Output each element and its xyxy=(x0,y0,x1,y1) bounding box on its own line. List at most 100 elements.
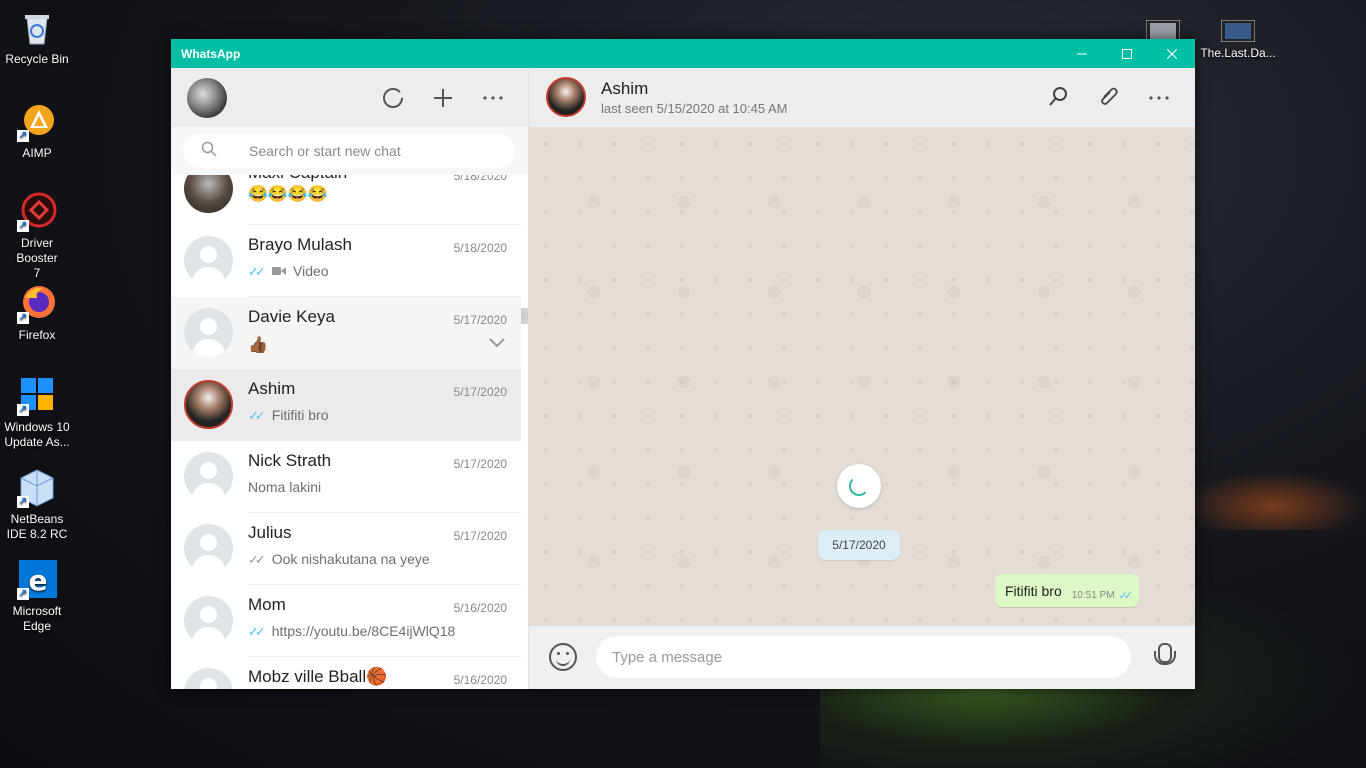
avatar xyxy=(184,175,233,213)
chat-item-mom[interactable]: Mom 5/16/2020 ✓✓ https://youtu.be/8CE4ij… xyxy=(171,585,521,657)
search-input[interactable] xyxy=(249,143,509,159)
desktop-icon-label: AIMP xyxy=(22,146,52,160)
contact-last-seen: last seen 5/15/2020 at 10:45 AM xyxy=(601,101,788,116)
new-chat-icon[interactable] xyxy=(429,84,457,112)
status-icon[interactable] xyxy=(379,84,407,112)
chat-date: 5/18/2020 xyxy=(453,241,507,255)
edge-icon: e ↗ xyxy=(17,560,57,600)
desktop-icon-label: NetBeans IDE 8.2 RC xyxy=(6,512,68,541)
desktop-icon-label: Windows 10 Update As... xyxy=(4,420,70,449)
chat-body: Mom 5/16/2020 ✓✓ https://youtu.be/8CE4ij… xyxy=(248,585,521,657)
date-divider: 5/17/2020 xyxy=(818,530,900,560)
desktop-icon-label: The.Last.Da... xyxy=(1200,46,1276,60)
chat-list-scrollbar[interactable] xyxy=(521,308,528,324)
desktop-icon-netbeans[interactable]: ↗ NetBeans IDE 8.2 RC xyxy=(0,468,74,542)
outgoing-message[interactable]: Fitifiti bro 10:51 PM ✓✓ xyxy=(994,574,1139,607)
chat-preview: https://youtu.be/8CE4ijWlQ18 xyxy=(271,623,456,639)
contact-name[interactable]: Ashim xyxy=(601,79,648,99)
chat-preview: Ook nishakutana na yeye xyxy=(271,551,430,567)
close-icon xyxy=(1167,48,1177,59)
search-icon[interactable] xyxy=(1045,84,1073,112)
desktop-icon-recycle-bin[interactable]: Recycle Bin xyxy=(0,8,74,67)
conversation-body[interactable]: 5/17/2020 Fitifiti bro 10:51 PM ✓✓ xyxy=(529,127,1195,626)
chat-body: Nick Strath 5/17/2020 Noma lakini xyxy=(248,441,521,513)
video-icon xyxy=(271,265,289,279)
desktop-background-glow xyxy=(1180,470,1366,530)
search-box xyxy=(183,134,515,168)
my-profile-avatar[interactable] xyxy=(187,78,227,118)
chat-item-maxi-captain[interactable]: Maxi Captain 5/18/2020 😂😂😂😂 xyxy=(171,175,521,225)
chat-item-nick-strath[interactable]: Nick Strath 5/17/2020 Noma lakini xyxy=(171,441,521,513)
chat-item-ashim[interactable]: Ashim 5/17/2020 ✓✓ Fitifiti bro xyxy=(171,369,521,441)
conversation-header: Ashim last seen 5/15/2020 at 10:45 AM xyxy=(529,68,1195,127)
left-header xyxy=(171,68,528,127)
desktop-icon-firefox[interactable]: ↗ Firefox xyxy=(0,284,74,343)
attach-icon[interactable] xyxy=(1095,84,1123,112)
avatar xyxy=(184,380,233,429)
chat-preview-row: ✓✓ https://youtu.be/8CE4ijWlQ18 xyxy=(248,623,455,640)
chat-body: Julius 5/17/2020 ✓✓ Ook nishakutana na y… xyxy=(248,513,521,585)
chat-preview-row: ✓✓ Fitifiti bro xyxy=(248,407,328,424)
desktop-icon-the-last-dance[interactable]: The.Last.Da... xyxy=(1200,19,1276,61)
avatar xyxy=(184,596,233,645)
maximize-icon xyxy=(1122,48,1132,59)
desktop-icon-label: Microsoft Edge xyxy=(12,604,62,633)
chat-body: Davie Keya 5/17/2020 👍🏾 xyxy=(248,297,521,369)
chat-name: Davie Keya xyxy=(248,307,335,326)
chat-date: 5/18/2020 xyxy=(453,175,507,183)
loading-spinner-icon xyxy=(837,464,881,508)
menu-icon[interactable] xyxy=(479,84,507,112)
microphone-icon[interactable] xyxy=(1153,643,1176,671)
chat-list: Maxi Captain 5/18/2020 😂😂😂😂 Brayo Mulash… xyxy=(171,175,521,689)
chat-item-mobz-ville-bball[interactable]: Mobz ville Bball🏀 5/16/2020 xyxy=(171,657,521,689)
chat-date: 5/16/2020 xyxy=(453,673,507,687)
chat-date: 5/17/2020 xyxy=(453,313,507,327)
chevron-down-icon[interactable] xyxy=(489,335,505,353)
chat-name: Brayo Mulash xyxy=(248,235,352,254)
desktop-icon-aimp[interactable]: ↗ AIMP xyxy=(0,102,74,161)
desktop-icon-windows-update[interactable]: ↗ Windows 10 Update As... xyxy=(0,376,74,450)
close-button[interactable] xyxy=(1149,39,1195,68)
window-title: WhatsApp xyxy=(181,46,241,61)
chat-name: Nick Strath xyxy=(248,451,332,470)
avatar xyxy=(184,308,233,357)
title-bar[interactable]: WhatsApp xyxy=(171,39,1195,68)
chat-preview: Fitifiti bro xyxy=(271,407,329,423)
chat-preview: 😂😂😂😂 xyxy=(248,186,328,203)
desktop-icon-driver-booster[interactable]: ↗ Driver Booster 7 xyxy=(0,192,74,281)
chat-list-pane: Maxi Captain 5/18/2020 😂😂😂😂 Brayo Mulash… xyxy=(171,68,529,689)
contact-avatar[interactable] xyxy=(546,77,586,117)
read-receipt-icon: ✓✓ xyxy=(248,408,266,423)
chat-date: 5/16/2020 xyxy=(453,601,507,615)
windows-update-icon: ↗ xyxy=(17,376,57,416)
chat-date: 5/17/2020 xyxy=(453,529,507,543)
firefox-icon: ↗ xyxy=(17,284,57,324)
delivered-receipt-icon: ✓✓ xyxy=(248,552,266,567)
recycle-bin-icon xyxy=(17,8,57,48)
message-input[interactable] xyxy=(596,636,1131,678)
desktop-icon-label: Recycle Bin xyxy=(5,52,69,66)
minimize-button[interactable] xyxy=(1059,39,1105,68)
maximize-button[interactable] xyxy=(1104,39,1150,68)
shortcut-arrow-icon: ↗ xyxy=(17,220,29,232)
desktop-icon-label: Firefox xyxy=(18,328,56,342)
chat-body: Brayo Mulash 5/18/2020 ✓✓ Video xyxy=(248,225,521,297)
menu-icon[interactable] xyxy=(1145,84,1173,112)
whatsapp-window: WhatsApp Search or start new chat 5/18/2… xyxy=(171,39,1195,689)
chat-name: Maxi Captain xyxy=(248,175,347,183)
chat-preview: Noma lakini xyxy=(248,479,322,495)
desktop-icon-label: Driver Booster 7 xyxy=(16,236,58,280)
desktop-icon-edge[interactable]: e ↗ Microsoft Edge xyxy=(0,560,74,634)
message-text: Fitifiti bro xyxy=(1004,582,1062,599)
chat-item-davie-keya[interactable]: Davie Keya 5/17/2020 👍🏾 xyxy=(171,297,521,369)
chat-item-julius[interactable]: Julius 5/17/2020 ✓✓ Ook nishakutana na y… xyxy=(171,513,521,585)
message-time: 10:51 PM xyxy=(1071,590,1115,601)
emoji-icon[interactable] xyxy=(549,643,577,671)
message-composer xyxy=(529,626,1195,689)
chat-date: 5/17/2020 xyxy=(453,385,507,399)
shortcut-arrow-icon: ↗ xyxy=(17,130,29,142)
chat-item-brayo-mulash[interactable]: Brayo Mulash 5/18/2020 ✓✓ Video xyxy=(171,225,521,297)
read-receipt-icon: ✓✓ xyxy=(1118,590,1134,602)
avatar xyxy=(184,452,233,501)
minimize-icon xyxy=(1077,53,1087,54)
